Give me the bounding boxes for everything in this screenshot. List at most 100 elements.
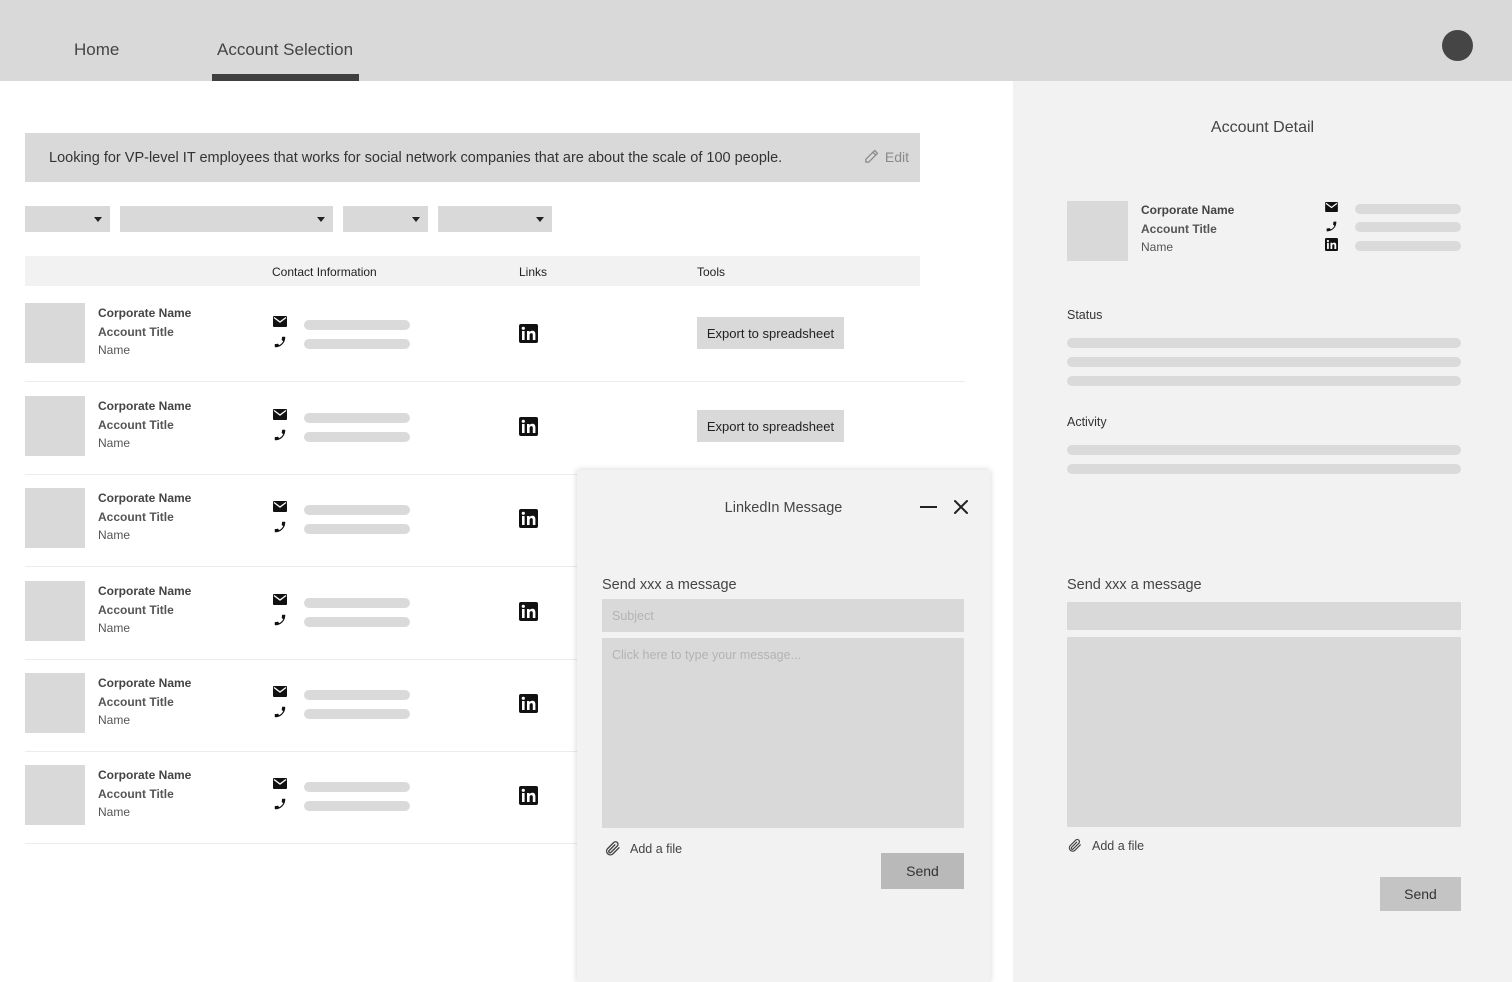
message-input[interactable] (1067, 637, 1461, 827)
account-thumbnail (25, 765, 85, 825)
linkedin-icon[interactable] (519, 509, 538, 528)
phone-placeholder (304, 524, 410, 534)
filter-dropdown-3[interactable] (343, 206, 428, 232)
email-placeholder (304, 690, 410, 700)
email-placeholder (304, 413, 410, 423)
corporate-name: Corporate Name (98, 491, 192, 505)
active-tab-indicator (212, 74, 359, 81)
account-title: Account Title (98, 603, 174, 617)
export-to-spreadsheet-button[interactable]: Export to spreadsheet (697, 410, 844, 442)
activity-label: Activity (1067, 415, 1107, 429)
account-name: Name (98, 436, 131, 450)
export-to-spreadsheet-button[interactable]: Export to spreadsheet (697, 317, 844, 349)
account-thumbnail (25, 396, 85, 456)
paperclip-icon (606, 841, 620, 856)
activity-placeholder (1067, 464, 1461, 474)
corporate-name: Corporate Name (98, 584, 192, 598)
table-row[interactable]: Corporate Name Account Title Name Export… (25, 383, 965, 475)
linkedin-icon[interactable] (519, 417, 538, 436)
status-placeholder (1067, 376, 1461, 386)
header-tools: Tools (697, 265, 726, 279)
subject-input[interactable] (1067, 602, 1461, 630)
tab-account-selection[interactable]: Account Selection (217, 40, 353, 60)
pencil-icon (865, 149, 879, 163)
account-title: Account Title (98, 418, 174, 432)
account-detail-panel: Account Detail Corporate Name Account Ti… (1013, 81, 1512, 982)
avatar[interactable] (1442, 30, 1473, 61)
linkedin-icon[interactable] (519, 694, 538, 713)
phone-icon[interactable] (273, 705, 287, 719)
email-placeholder (304, 505, 410, 515)
filter-dropdown-4[interactable] (438, 206, 552, 232)
corporate-name: Corporate Name (98, 399, 192, 413)
linkedin-icon[interactable] (1325, 238, 1338, 251)
status-placeholder (1067, 357, 1461, 367)
modal-title: LinkedIn Message (724, 500, 843, 516)
account-name: Name (98, 713, 131, 727)
edit-button[interactable]: Edit (863, 148, 909, 165)
header-links: Links (519, 265, 548, 279)
subject-input[interactable] (602, 599, 964, 632)
account-title: Account Title (98, 787, 174, 801)
corporate-name: Corporate Name (98, 768, 192, 782)
account-name: Name (1141, 240, 1174, 254)
mail-icon[interactable] (273, 409, 287, 420)
phone-placeholder (304, 617, 410, 627)
tab-home[interactable]: Home (74, 40, 119, 60)
table-header: Contact Information Links Tools (25, 256, 920, 286)
add-file-button[interactable]: Add a file (1067, 837, 1144, 854)
caret-down-icon (412, 217, 420, 222)
linkedin-icon[interactable] (519, 602, 538, 621)
account-title: Account Title (98, 325, 174, 339)
email-placeholder (304, 782, 410, 792)
mail-icon[interactable] (273, 778, 287, 789)
linkedin-icon[interactable] (519, 786, 538, 805)
query-text: Looking for VP-level IT employees that w… (49, 150, 783, 166)
status-label: Status (1067, 308, 1103, 322)
account-title: Account Title (98, 510, 174, 524)
phone-icon[interactable] (273, 613, 287, 627)
caret-down-icon (94, 217, 102, 222)
add-file-label: Add a file (630, 841, 683, 856)
phone-icon[interactable] (273, 428, 287, 442)
mail-icon[interactable] (273, 316, 287, 327)
message-input[interactable] (602, 638, 964, 828)
account-thumbnail (1067, 201, 1128, 261)
account-title: Account Title (1141, 222, 1217, 236)
status-placeholder (1067, 338, 1461, 348)
filter-dropdown-1[interactable] (25, 206, 110, 232)
activity-placeholder (1067, 445, 1461, 455)
close-icon[interactable] (953, 499, 969, 515)
minimize-icon[interactable] (920, 506, 937, 508)
email-placeholder (304, 320, 410, 330)
paperclip-icon (1068, 838, 1081, 852)
linkedin-placeholder (1355, 241, 1461, 251)
mail-icon[interactable] (273, 594, 287, 605)
search-query-bar: Looking for VP-level IT employees that w… (25, 133, 920, 182)
mail-icon[interactable] (273, 686, 287, 697)
account-detail-title: Account Detail (1210, 119, 1315, 136)
add-file-button[interactable]: Add a file (604, 839, 682, 858)
phone-icon[interactable] (273, 520, 287, 534)
edit-label: Edit (884, 148, 909, 165)
account-thumbnail (25, 673, 85, 733)
mail-icon[interactable] (273, 501, 287, 512)
caret-down-icon (536, 217, 544, 222)
corporate-name: Corporate Name (1141, 203, 1235, 217)
send-button[interactable]: Send (881, 853, 964, 889)
linkedin-icon[interactable] (519, 324, 538, 343)
table-row[interactable]: Corporate Name Account Title Name Export… (25, 290, 965, 382)
send-button[interactable]: Send (1380, 877, 1461, 911)
filter-dropdown-2[interactable] (120, 206, 333, 232)
phone-icon[interactable] (273, 335, 287, 349)
phone-icon[interactable] (1325, 220, 1338, 233)
corporate-name: Corporate Name (98, 306, 192, 320)
phone-placeholder (304, 339, 410, 349)
mail-icon[interactable] (1325, 202, 1338, 212)
header-contact-information: Contact Information (272, 265, 377, 279)
phone-placeholder (304, 432, 410, 442)
phone-placeholder (1355, 222, 1461, 232)
phone-placeholder (304, 801, 410, 811)
phone-icon[interactable] (273, 797, 287, 811)
caret-down-icon (317, 217, 325, 222)
